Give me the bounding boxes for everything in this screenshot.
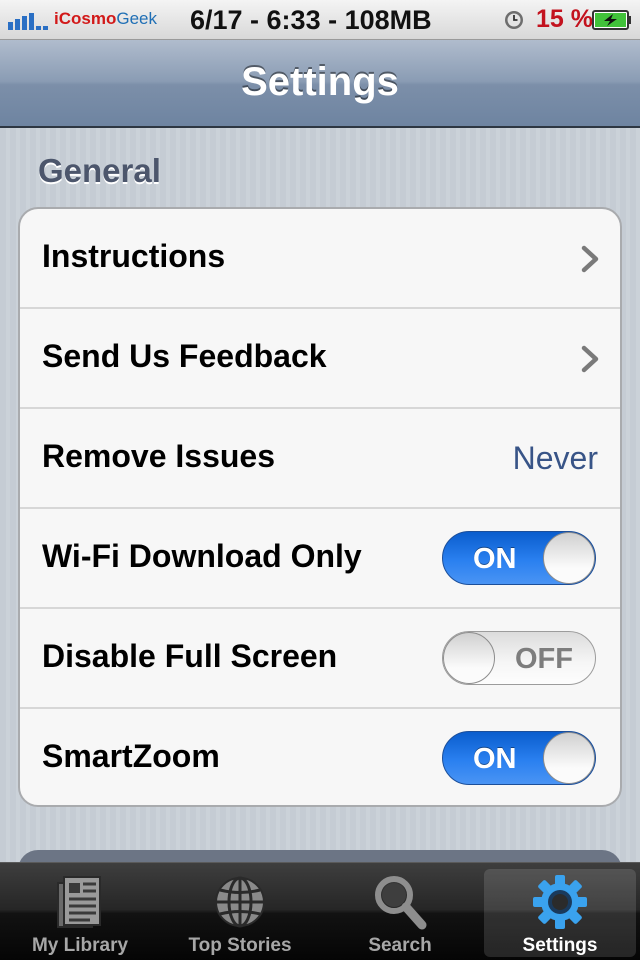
page-title: Settings <box>241 60 399 104</box>
toggle-knob <box>543 532 595 584</box>
status-center-text: 6/17 - 6:33 - 108MB <box>190 5 432 35</box>
tab-label: My Library <box>31 935 129 956</box>
smartzoom-row: SmartZoom ON <box>20 709 620 805</box>
chevron-right-icon <box>581 245 599 273</box>
remove-issues-row[interactable]: Remove Issues Never <box>20 409 620 509</box>
alarm-clock-icon <box>505 11 523 29</box>
signal-bars-icon <box>8 13 48 30</box>
tab-label: Settings <box>522 935 598 956</box>
row-label: Wi-Fi Download Only <box>42 538 362 574</box>
send-feedback-row[interactable]: Send Us Feedback <box>20 309 620 409</box>
section-header-general: General <box>38 152 161 189</box>
tab-bar: My Library Top Stories Search Settings <box>0 862 640 960</box>
toggle-state-text: ON <box>473 543 517 575</box>
remove-issues-value: Never <box>512 440 598 476</box>
tab-search[interactable]: Search <box>324 869 476 957</box>
status-bar: iCosmoGeek 6/17 - 6:33 - 108MB 15 % <box>0 0 640 40</box>
toggle-state-text: OFF <box>515 643 573 675</box>
row-label: Instructions <box>42 238 226 274</box>
chevron-right-icon <box>581 345 599 373</box>
toggle-knob <box>543 732 595 784</box>
battery-percent: 15 % <box>536 5 593 33</box>
row-label: Disable Full Screen <box>42 638 338 674</box>
tab-my-library[interactable]: My Library <box>4 869 156 957</box>
wifi-download-only-toggle[interactable]: ON <box>442 531 596 585</box>
navigation-bar: Settings <box>0 40 640 128</box>
toggle-state-text: ON <box>473 743 517 775</box>
magnifier-icon <box>375 876 427 930</box>
tab-top-stories[interactable]: Top Stories <box>164 869 316 957</box>
gear-icon <box>533 875 587 929</box>
settings-group: Instructions Send Us Feedback Remove Iss… <box>18 207 622 807</box>
newspaper-icon <box>57 876 101 928</box>
battery-charging-icon <box>592 10 631 30</box>
instructions-row[interactable]: Instructions <box>20 209 620 309</box>
smartzoom-toggle[interactable]: ON <box>442 731 596 785</box>
globe-icon <box>215 876 265 928</box>
row-label: Send Us Feedback <box>42 338 327 374</box>
wifi-download-only-row: Wi-Fi Download Only ON <box>20 509 620 609</box>
toggle-knob <box>443 632 495 684</box>
row-label: SmartZoom <box>42 738 220 774</box>
row-label: Remove Issues <box>42 438 276 474</box>
tab-label: Top Stories <box>188 935 292 956</box>
carrier-name: iCosmoGeek <box>54 9 157 28</box>
disable-full-screen-toggle[interactable]: OFF <box>442 631 596 685</box>
disable-full-screen-row: Disable Full Screen OFF <box>20 609 620 709</box>
tab-label: Search <box>368 935 432 956</box>
tab-settings[interactable]: Settings <box>484 869 636 957</box>
